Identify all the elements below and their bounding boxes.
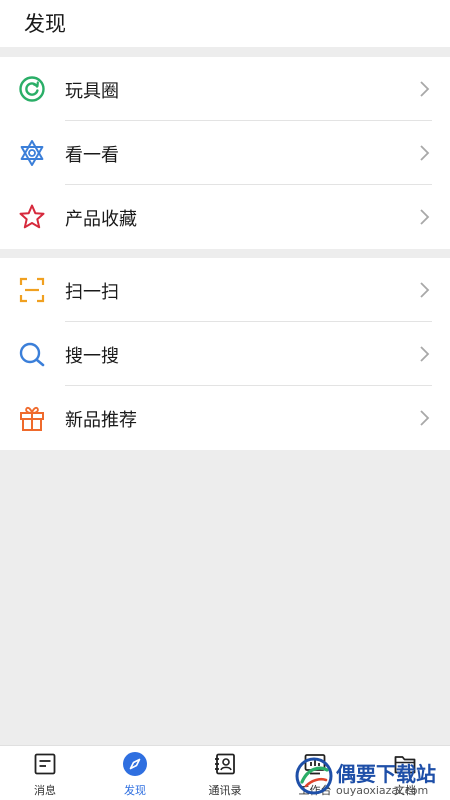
menu-item-favorites[interactable]: 产品收藏 (0, 185, 450, 249)
chevron-right-icon (419, 144, 431, 162)
watermark-url: ouyaoxiazai.com (336, 784, 429, 797)
tab-messages[interactable]: 消息 (0, 746, 90, 800)
menu-item-label: 玩具圈 (65, 81, 119, 102)
search-icon (18, 340, 46, 368)
contacts-icon (213, 752, 237, 776)
menu-item-label: 看一看 (65, 145, 119, 166)
menu-item-label: 新品推荐 (65, 410, 137, 431)
menu-item-toy-circle[interactable]: 玩具圈 (0, 57, 450, 121)
tab-contacts[interactable]: 通讯录 (180, 746, 270, 800)
site-watermark: 偶要下载站 ouyaoxiazai.com (292, 752, 450, 800)
compass-icon (123, 752, 147, 776)
chevron-right-icon (419, 409, 431, 427)
star-of-david-icon (18, 139, 46, 167)
watermark-title: 偶要下载站 (336, 762, 436, 786)
header: 发现 (0, 0, 450, 47)
star-icon (18, 203, 46, 231)
menu-item-label: 扫一扫 (65, 282, 119, 303)
menu-item-scan[interactable]: 扫一扫 (0, 258, 450, 322)
menu-group-1: 玩具圈 看一看 产品收藏 (0, 57, 450, 249)
menu-item-look[interactable]: 看一看 (0, 121, 450, 185)
tab-label: 通讯录 (208, 784, 242, 797)
message-icon (33, 752, 57, 776)
menu-item-label: 产品收藏 (65, 209, 137, 230)
gift-icon (18, 404, 46, 432)
tab-discover[interactable]: 发现 (90, 746, 180, 800)
watermark-logo (294, 756, 334, 796)
chevron-right-icon (419, 208, 431, 226)
menu-item-label: 搜一搜 (65, 346, 119, 367)
page-title: 发现 (24, 12, 66, 36)
menu-item-new-products[interactable]: 新品推荐 (0, 386, 450, 450)
scan-icon (18, 276, 46, 304)
menu-item-search[interactable]: 搜一搜 (0, 322, 450, 386)
refresh-circle-icon (18, 75, 46, 103)
tab-label: 发现 (124, 784, 146, 797)
chevron-right-icon (419, 345, 431, 363)
chevron-right-icon (419, 80, 431, 98)
tab-label: 消息 (34, 784, 56, 797)
chevron-right-icon (419, 281, 431, 299)
menu-group-2: 扫一扫 搜一搜 新品推荐 (0, 258, 450, 450)
